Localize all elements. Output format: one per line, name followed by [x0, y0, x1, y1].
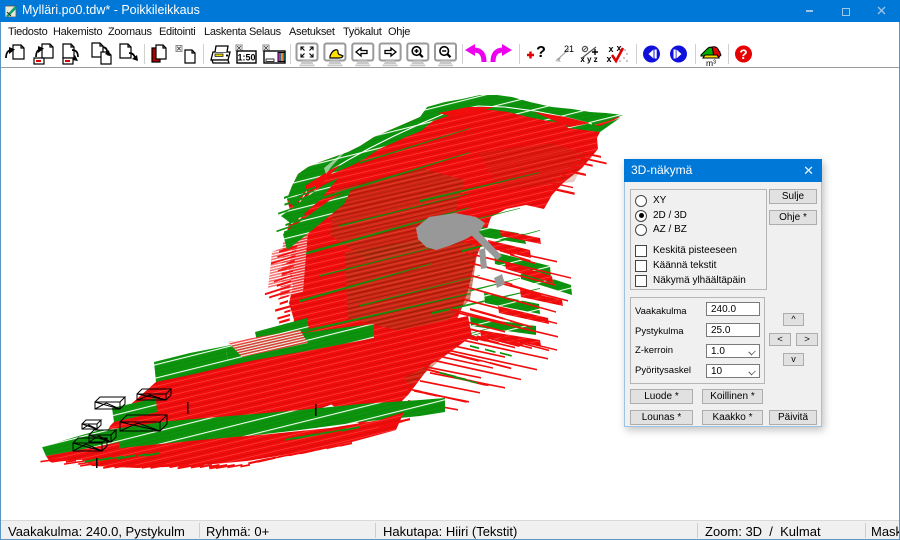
svg-text:?: ?	[536, 44, 546, 61]
svg-text:?: ?	[739, 47, 747, 62]
svg-text:x y z: x y z	[580, 55, 597, 64]
svg-text:1:50: 1:50	[237, 53, 255, 63]
svg-text:x: x	[608, 44, 613, 54]
svg-text:x: x	[557, 57, 561, 64]
svg-text:21: 21	[564, 44, 574, 54]
svg-text:x: x	[606, 54, 611, 64]
